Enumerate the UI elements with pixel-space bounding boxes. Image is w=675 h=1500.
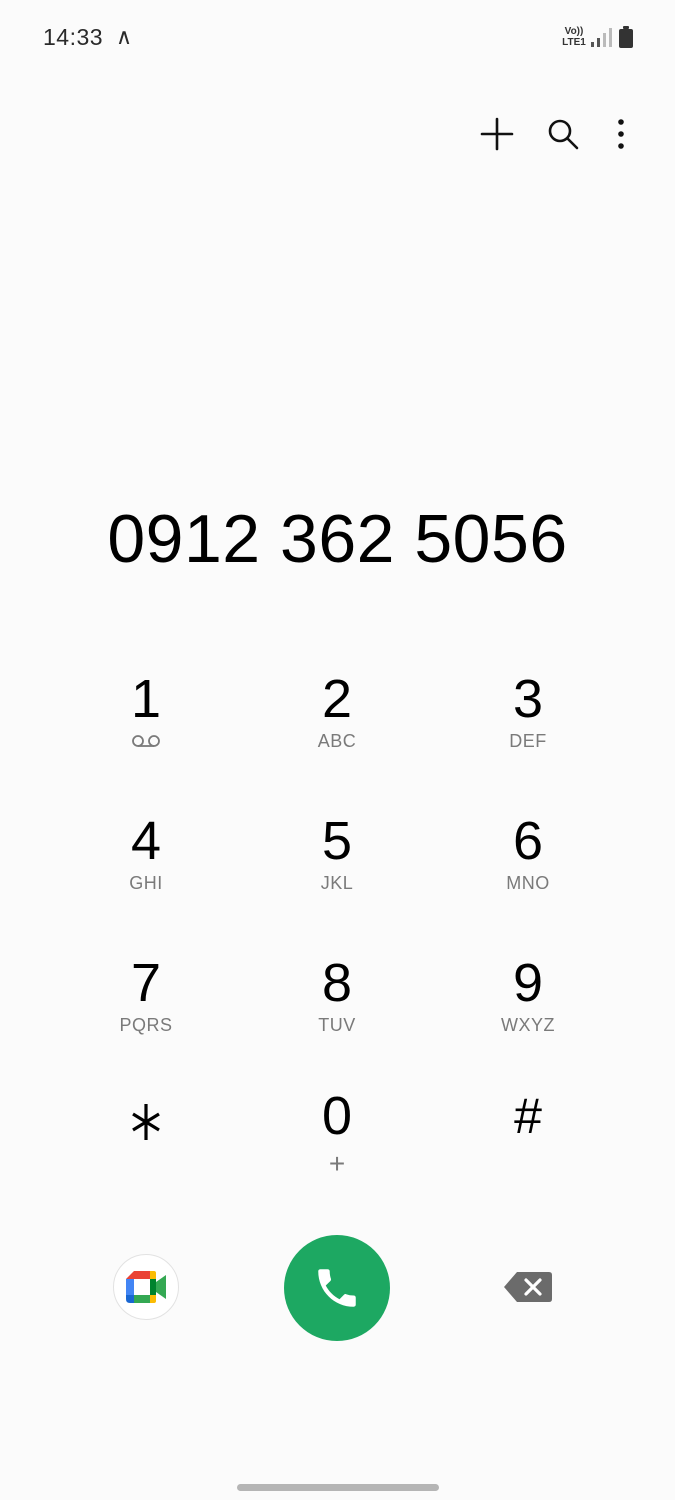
key-letters: + [328, 1148, 346, 1179]
search-icon [548, 119, 579, 150]
key-9[interactable]: 9 WXYZ [453, 952, 603, 1082]
home-indicator[interactable] [237, 1484, 439, 1491]
volte-icon: Vo)) LTE1 [560, 26, 588, 50]
more-options-icon [618, 119, 624, 149]
video-call-button[interactable] [113, 1254, 179, 1320]
key-digit: 9 [512, 953, 544, 1013]
key-digit: 1 [130, 669, 162, 729]
key-3[interactable]: 3 DEF [453, 668, 603, 798]
battery-icon [619, 26, 633, 48]
call-button[interactable] [284, 1235, 390, 1341]
add-contact-button[interactable] [475, 112, 519, 156]
key-7[interactable]: 7 PQRS [71, 952, 221, 1082]
key-hash[interactable]: # [453, 1085, 603, 1215]
key-5[interactable]: 5 JKL [262, 810, 412, 940]
status-time: 14:33 [43, 24, 104, 50]
key-letters: GHI [129, 873, 163, 893]
key-letters: PQRS [119, 1015, 173, 1035]
key-digit: # [514, 1088, 542, 1144]
key-digit: 8 [321, 953, 353, 1013]
more-options-button[interactable] [599, 112, 643, 156]
key-0[interactable]: 0 + [262, 1085, 412, 1215]
key-letters: WXYZ [501, 1015, 555, 1035]
key-2[interactable]: 2 ABC [262, 668, 412, 798]
search-button[interactable] [541, 112, 585, 156]
add-icon [480, 117, 514, 151]
dialer-screen: 14:33 ∧ Vo)) LTE1 0912 362 5056 1 2 ABC … [0, 0, 675, 1500]
key-digit: 7 [130, 953, 162, 1013]
phone-icon [318, 1269, 356, 1307]
voicemail-icon [132, 735, 160, 747]
key-digit: 2 [321, 669, 353, 729]
key-letters: MNO [506, 873, 550, 893]
key-letters: TUV [318, 1015, 356, 1035]
key-star[interactable] [71, 1092, 221, 1222]
key-letters: DEF [509, 731, 547, 751]
google-meet-icon [126, 1271, 166, 1303]
volte-label-top: Vo)) [564, 26, 584, 37]
key-digit: 4 [130, 811, 162, 871]
key-letters: ABC [317, 731, 357, 751]
volte-label-bottom: LTE1 [562, 37, 586, 48]
key-8[interactable]: 8 TUV [262, 952, 412, 1082]
key-digit: 3 [512, 669, 544, 729]
notification-icon: ∧ [116, 24, 133, 49]
backspace-button[interactable] [500, 1266, 556, 1308]
key-4[interactable]: 4 GHI [71, 810, 221, 940]
backspace-icon [504, 1272, 552, 1302]
signal-icon [591, 28, 612, 47]
key-6[interactable]: 6 MNO [453, 810, 603, 940]
key-digit: 6 [512, 811, 544, 871]
key-1[interactable]: 1 [71, 668, 221, 798]
key-digit: 5 [321, 811, 353, 871]
star-icon [132, 1104, 160, 1140]
dialed-number[interactable]: 0912 362 5056 [0, 500, 675, 578]
key-digit: 0 [321, 1086, 353, 1146]
key-letters: JKL [320, 873, 354, 893]
